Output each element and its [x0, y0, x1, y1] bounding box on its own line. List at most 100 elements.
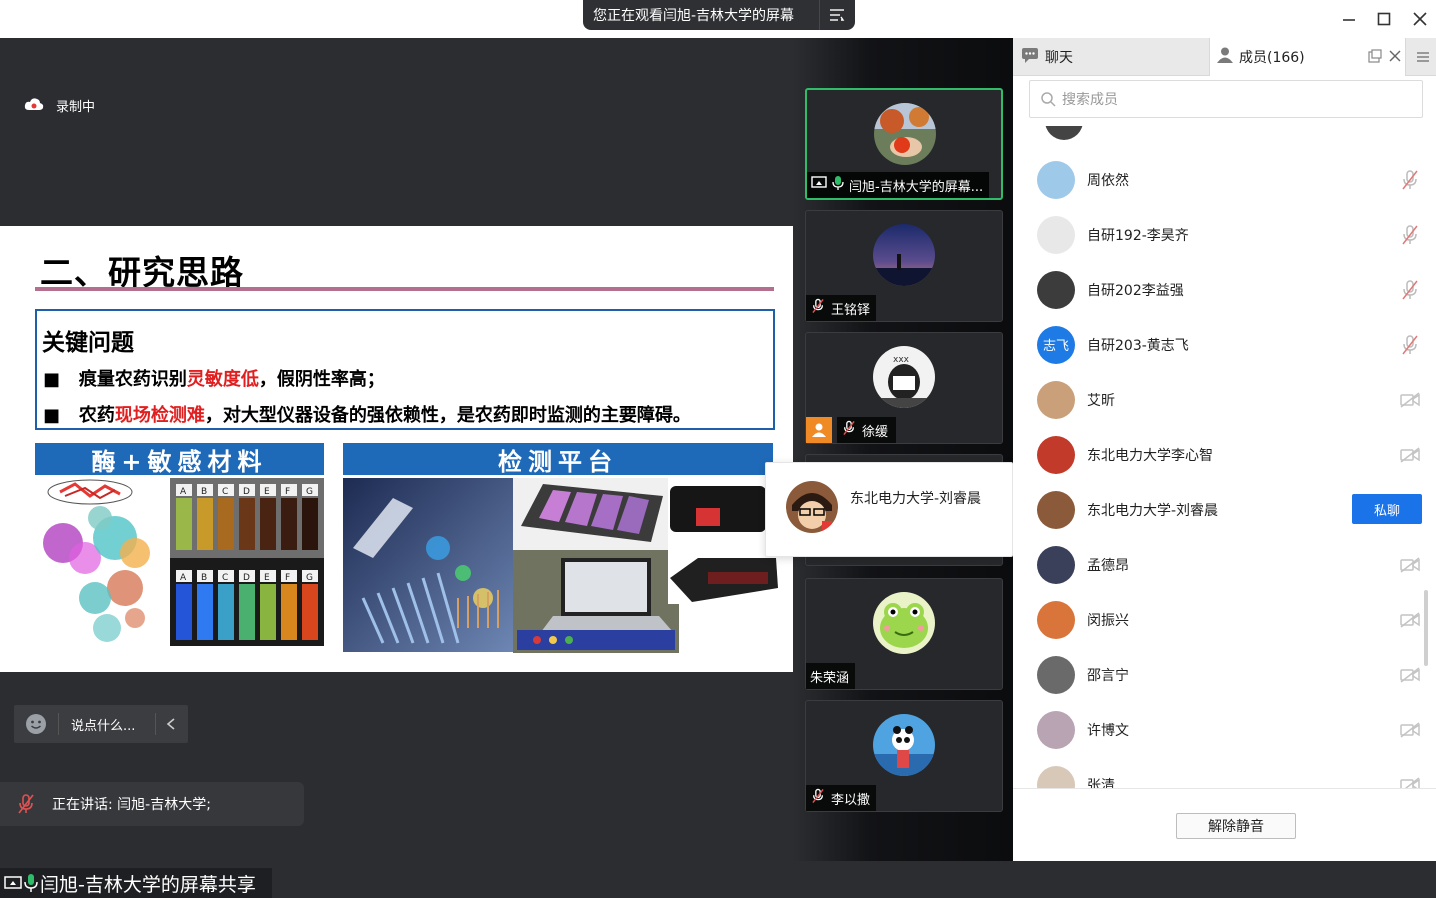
svg-text:xxx: xxx [893, 355, 910, 365]
member-row[interactable]: 张清 [1013, 757, 1436, 788]
avatar [1037, 160, 1075, 199]
member-row[interactable]: 东北电力大学李心智 [1013, 427, 1436, 482]
avatar [1037, 490, 1075, 529]
vial [260, 498, 276, 550]
vial-label: F [285, 573, 290, 583]
avatar [1037, 765, 1075, 788]
mic-on-icon [832, 175, 844, 195]
mic-muted-icon[interactable] [1399, 169, 1421, 191]
member-popover: 东北电力大学-刘睿晨 [765, 462, 1013, 557]
panel-footer: 解除静音 [1013, 788, 1436, 861]
protein-structure-image [43, 479, 150, 642]
recording-indicator: 录制中 [24, 96, 95, 115]
video-tile-name-tag: 王铭铎 [806, 295, 877, 321]
vial-label: B [201, 487, 207, 497]
member-row[interactable]: 周依然 [1013, 152, 1436, 207]
video-tile-name-tag: 闫旭-吉林大学的屏幕... [807, 172, 990, 198]
avatar [1037, 710, 1075, 749]
popover-name: 东北电力大学-刘睿晨 [850, 491, 982, 507]
video-tile[interactable]: 朱荣涵 [805, 578, 1003, 690]
maximize-icon[interactable] [1372, 7, 1396, 31]
list-menu-icon[interactable] [820, 8, 854, 22]
member-name: 东北电力大学-刘睿晨 [1087, 502, 1219, 519]
vial [197, 498, 213, 550]
vial [218, 584, 234, 640]
avatar [873, 592, 935, 654]
video-tile-name-tag: 徐缓 [806, 417, 897, 443]
color-vials-image: A B C D E F G A B C D E F G [170, 478, 324, 646]
test-strips-image [513, 478, 669, 550]
section-enzyme-materials: 酶+敏感材料 [35, 443, 324, 476]
video-tile[interactable]: 王铭铎 [805, 210, 1003, 322]
viewing-indicator: 您正在观看闫旭-吉林大学的屏幕 [583, 0, 855, 30]
vial-label: C [222, 573, 228, 583]
close-icon[interactable] [1408, 7, 1432, 31]
speaking-indicator: 正在讲话: 闫旭-吉林大学; [0, 782, 304, 826]
minimize-icon[interactable] [1337, 7, 1361, 31]
video-tile-name-tag: 李以撒 [806, 785, 877, 811]
avatar-initials: 志飞 [1042, 339, 1069, 354]
user-icon [806, 417, 832, 443]
mic-on-icon [24, 873, 38, 893]
unmute-button[interactable]: 解除静音 [1176, 813, 1296, 839]
mic-muted-icon[interactable] [1399, 279, 1421, 301]
member-row[interactable]: 自研192-李昊齐 [1013, 207, 1436, 262]
mic-muted-icon[interactable] [1399, 224, 1421, 246]
member-name: 东北电力大学李心智 [1087, 447, 1213, 464]
private-chat-button[interactable]: 私聊 [1352, 494, 1422, 524]
viewing-text: 您正在观看闫旭-吉林大学的屏幕 [593, 8, 795, 24]
title-bar: 您正在观看闫旭-吉林大学的屏幕 [0, 0, 1436, 38]
vial [239, 498, 255, 550]
member-list: 周依然 自研192-李昊齐 自研202李益强 志飞 自研203-黄志飞艾昕东北电力大学李… [1013, 38, 1436, 788]
emoji-icon[interactable] [14, 713, 58, 735]
vial-label: G [306, 573, 313, 583]
video-tile[interactable]: xxx 徐缓 [805, 332, 1003, 444]
member-row[interactable]: 闵振兴 [1013, 592, 1436, 647]
video-tile-presenter[interactable]: 闫旭-吉林大学的屏幕... [805, 88, 1003, 200]
member-row[interactable]: 艾昕 [1013, 372, 1436, 427]
vial-label: F [285, 487, 290, 497]
member-name: 孟德昂 [1087, 557, 1129, 574]
video-off-icon[interactable] [1399, 554, 1421, 576]
member-list-scrollbar[interactable] [1424, 590, 1428, 666]
avatar [1037, 545, 1075, 584]
cloud-record-icon [24, 97, 44, 115]
video-off-icon[interactable] [1399, 664, 1421, 686]
avatar [873, 714, 935, 776]
avatar [1037, 600, 1075, 639]
video-off-icon[interactable] [1399, 389, 1421, 411]
video-tile[interactable]: 李以撒 [805, 700, 1003, 812]
member-row[interactable]: 孟德昂 [1013, 537, 1436, 592]
vial [260, 584, 276, 640]
mic-muted-icon [810, 788, 826, 808]
shared-screen-area: 录制中 二、研究思路 关键问题 ■ 痕量农药识别灵敏度低，假阴性率高； ■ 农药… [0, 38, 793, 898]
laptop-setup-image [513, 550, 679, 653]
member-name: 艾昕 [1087, 392, 1115, 409]
member-row[interactable]: 志飞 自研203-黄志飞 [1013, 317, 1436, 372]
avatar [786, 481, 838, 533]
member-row[interactable]: 自研202李益强 [1013, 262, 1436, 317]
vial [239, 584, 255, 640]
vial [197, 584, 213, 640]
video-off-icon[interactable] [1399, 719, 1421, 741]
member-name: 闵振兴 [1087, 612, 1129, 629]
avatar: 志飞 [1037, 325, 1075, 364]
vial [281, 584, 297, 640]
mic-muted-icon[interactable] [1399, 334, 1421, 356]
member-row[interactable]: 邵言宁 [1013, 647, 1436, 702]
vial [176, 498, 192, 550]
slide-divider [35, 287, 774, 291]
video-off-icon[interactable] [1399, 444, 1421, 466]
member-row[interactable]: 许博文 [1013, 702, 1436, 757]
chat-input-bar[interactable]: 说点什么... [14, 705, 188, 743]
chevron-left-icon[interactable] [156, 718, 186, 730]
video-tile-name: 王铭铎 [831, 302, 871, 318]
avatar [873, 224, 935, 286]
mic-muted-icon [841, 420, 857, 440]
video-off-icon[interactable] [1399, 609, 1421, 631]
video-tile-name-tag: 朱荣涵 [806, 663, 856, 689]
avatar [1037, 655, 1075, 694]
chat-input-placeholder[interactable]: 说点什么... [59, 715, 155, 734]
mic-muted-icon [0, 793, 52, 815]
video-off-icon[interactable] [1399, 774, 1421, 788]
